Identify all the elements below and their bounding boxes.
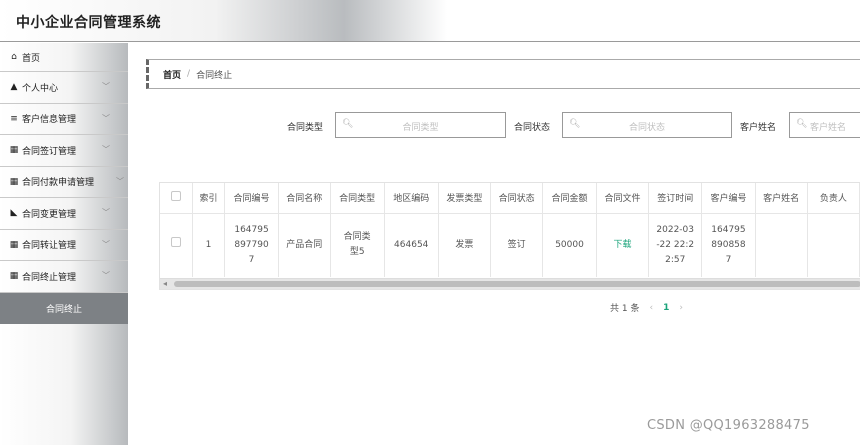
sidebar-item-personal-center[interactable]: ▲ 个人中心 ﹀ bbox=[0, 72, 128, 104]
list-icon: ≡ bbox=[10, 113, 18, 124]
grid-icon: ▦ bbox=[9, 239, 19, 250]
header-customer-name: 客户姓名 bbox=[755, 183, 808, 214]
cell-customer-name bbox=[755, 213, 808, 277]
download-link[interactable]: 下载 bbox=[613, 240, 631, 250]
header-contract-amount: 合同金额 bbox=[542, 183, 597, 214]
chevron-down-icon: ﹀ bbox=[102, 271, 110, 280]
tag-icon: ◣ bbox=[10, 208, 18, 219]
contract-status-label: 合同状态 bbox=[514, 123, 551, 133]
header-sign-time: 签订时间 bbox=[648, 183, 703, 214]
contract-type-placeholder: 合同类型 bbox=[402, 123, 439, 133]
cell-owner bbox=[807, 213, 860, 277]
sidebar-subitem-label: 合同终止 bbox=[45, 304, 82, 315]
contract-type-input[interactable]: 🔍︎ 合同类型 bbox=[335, 112, 506, 138]
header-contract-no: 合同编号 bbox=[224, 183, 279, 214]
sidebar-item-contract-change[interactable]: ◣ 合同变更管理 ﹀ bbox=[0, 198, 128, 230]
chevron-down-icon: ﹀ bbox=[116, 176, 124, 186]
breadcrumb-current: 合同终止 bbox=[196, 70, 233, 81]
chevron-down-icon: ﹀ bbox=[102, 82, 110, 91]
grid-icon: ▦ bbox=[9, 145, 19, 156]
scrollbar-thumb[interactable] bbox=[174, 281, 860, 287]
horizontal-scrollbar[interactable]: ◂ bbox=[160, 278, 860, 289]
customer-name-input[interactable]: 🔍︎ 客户姓名 bbox=[789, 112, 860, 138]
table-header-row: 索引 合同编号 合同名称 合同类型 地区编码 发票类型 合同状态 合同金额 合同… bbox=[160, 183, 860, 214]
search-icon: 🔍︎ bbox=[796, 119, 808, 129]
sidebar-item-label: 合同付款申请管理 bbox=[22, 178, 95, 189]
pagination-page-1[interactable]: 1 bbox=[663, 303, 669, 313]
header-contract-status: 合同状态 bbox=[490, 183, 544, 214]
contract-status-input[interactable]: 🔍︎ 合同状态 bbox=[562, 112, 732, 138]
cell-region-code: 464654 bbox=[384, 213, 439, 277]
sidebar-item-contract-transfer[interactable]: ▦ 合同转让管理 ﹀ bbox=[0, 230, 128, 261]
header-invoice-type: 发票类型 bbox=[438, 183, 492, 214]
chevron-down-icon: ﹀ bbox=[102, 113, 110, 123]
sidebar-item-contract-signing[interactable]: ▦ 合同签订管理 ﹀ bbox=[0, 135, 128, 167]
cell-contract-amount: 50000 bbox=[542, 213, 597, 277]
cell-contract-status: 签订 bbox=[490, 213, 544, 277]
sidebar-item-contract-termination[interactable]: ▦ 合同终止管理 ﹀ bbox=[0, 261, 128, 293]
breadcrumb-separator: / bbox=[187, 69, 191, 79]
sidebar-item-label: 合同转让管理 bbox=[22, 241, 77, 252]
sidebar-subitem-contract-termination[interactable]: 合同终止 bbox=[0, 292, 128, 324]
sidebar-item-label: 合同终止管理 bbox=[22, 272, 77, 283]
sidebar-item-customer-info[interactable]: ≡ 客户信息管理 ﹀ bbox=[0, 104, 128, 135]
chevron-down-icon: ﹀ bbox=[102, 239, 110, 249]
breadcrumb-home[interactable]: 首页 bbox=[163, 68, 181, 81]
header-customer-no: 客户编号 bbox=[701, 183, 756, 214]
contract-table: 索引 合同编号 合同名称 合同类型 地区编码 发票类型 合同状态 合同金额 合同… bbox=[159, 182, 860, 290]
watermark: CSDN @QQ1963288475 bbox=[647, 418, 810, 433]
cell-contract-name: 产品合同 bbox=[278, 213, 331, 277]
sidebar-item-label: 合同变更管理 bbox=[22, 209, 77, 220]
chevron-down-icon: ﹀ bbox=[102, 145, 110, 154]
header-contract-type: 合同类型 bbox=[330, 183, 385, 214]
checkbox[interactable] bbox=[170, 237, 181, 248]
sidebar-item-label: 个人中心 bbox=[22, 83, 59, 94]
customer-name-label: 客户姓名 bbox=[740, 123, 777, 133]
sidebar-item-home[interactable]: ⌂ 首页 bbox=[0, 43, 128, 72]
row-select[interactable] bbox=[160, 213, 193, 277]
app-header: 中小企业合同管理系统 bbox=[0, 0, 860, 42]
sidebar-item-label: 首页 bbox=[22, 53, 41, 64]
cell-contract-file: 下载 bbox=[596, 213, 650, 277]
cell-contract-type: 合同类型5 bbox=[330, 213, 385, 277]
user-icon: ▲ bbox=[10, 82, 18, 93]
customer-name-placeholder: 客户姓名 bbox=[810, 123, 847, 133]
table-icon: ▦ bbox=[9, 271, 19, 282]
grid-icon: ▦ bbox=[9, 176, 19, 187]
header-contract-name: 合同名称 bbox=[278, 183, 331, 214]
sidebar-item-payment-request[interactable]: ▦ 合同付款申请管理 ﹀ bbox=[0, 167, 128, 198]
header-owner: 负责人 bbox=[807, 183, 860, 214]
checkbox[interactable] bbox=[170, 191, 181, 202]
header-contract-file: 合同文件 bbox=[596, 183, 650, 214]
cell-contract-no: 1647958977907 bbox=[224, 213, 279, 277]
breadcrumb: 首页 / 合同终止 bbox=[146, 59, 860, 89]
pagination-prev-icon[interactable]: ‹ bbox=[649, 303, 653, 313]
contract-status-placeholder: 合同状态 bbox=[628, 123, 665, 133]
sidebar: ⌂ 首页 ▲ 个人中心 ﹀ ≡ 客户信息管理 ﹀ ▦ 合同签订管理 ﹀ ▦ 合同… bbox=[0, 43, 128, 445]
sidebar-item-label: 合同签订管理 bbox=[22, 146, 77, 157]
chevron-down-icon: ﹀ bbox=[102, 208, 110, 217]
contract-type-label: 合同类型 bbox=[287, 123, 324, 133]
sidebar-item-label: 客户信息管理 bbox=[22, 115, 77, 126]
table-row: 1 1647958977907 产品合同 合同类型5 464654 发票 签订 … bbox=[160, 213, 860, 277]
cell-index: 1 bbox=[192, 213, 226, 277]
scroll-left-icon[interactable]: ◂ bbox=[163, 279, 167, 288]
cell-sign-time: 2022-03-22 22:22:57 bbox=[648, 213, 703, 277]
cell-customer-no: 1647958908587 bbox=[701, 213, 756, 277]
header-region-code: 地区编码 bbox=[384, 183, 439, 214]
app-title: 中小企业合同管理系统 bbox=[16, 15, 161, 31]
header-index: 索引 bbox=[192, 183, 226, 214]
pagination-total: 共 1 条 bbox=[610, 304, 640, 314]
pagination: 共 1 条 ‹ 1 › bbox=[610, 301, 683, 315]
cell-invoice-type: 发票 bbox=[438, 213, 492, 277]
home-icon: ⌂ bbox=[11, 52, 17, 62]
pagination-next-icon[interactable]: › bbox=[679, 303, 683, 313]
header-select-all[interactable] bbox=[160, 183, 193, 214]
